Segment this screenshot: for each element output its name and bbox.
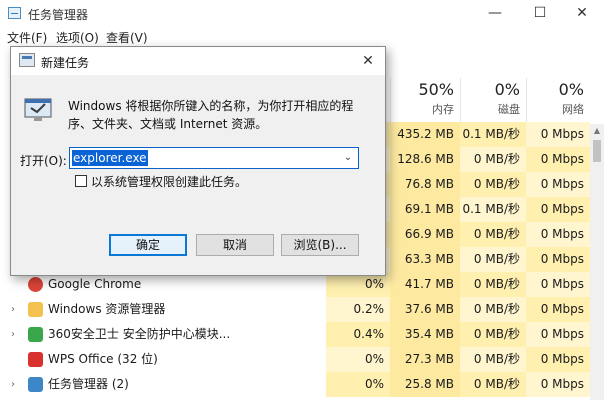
taskmanager-titlebar: 任务管理器 — ☐ ✕ [0,0,604,26]
window-title: 任务管理器 [28,8,89,22]
table-row[interactable]: › 360安全卫士 安全防护中心模块... 0.4% 35.4 MB 0 MB/秒 0 M… [0,322,590,347]
menu-options[interactable]: 选项(O) [56,29,99,46]
expand-chevron-icon[interactable]: › [11,297,15,322]
menu-view[interactable]: 查看(V) [106,29,148,46]
open-combobox[interactable]: explorer.exe ⌄ [69,147,359,169]
taskmanager-app-icon [8,7,21,19]
memory-cell: 76.8 MB [390,172,460,197]
memory-label: 内存 [432,103,454,116]
memory-cell: 66.9 MB [390,222,460,247]
network-cell: 0 Mbps [526,247,590,272]
minimize-button[interactable]: — [473,2,517,24]
dialog-body: Windows 将根据你所键入的名称，为你打开相应的程序、文件夹、文档或 Int… [11,75,385,275]
cpu-cell: 0% [326,347,390,372]
memory-cell: 35.4 MB [390,322,460,347]
disk-cell: 0 MB/秒 [460,147,526,172]
ok-button[interactable]: 确定 [109,234,187,256]
admin-privileges-checkbox[interactable] [75,175,87,187]
browse-button[interactable]: 浏览(B)... [281,234,359,256]
network-cell: 0 Mbps [526,272,590,297]
new-task-dialog: 新建任务 ✕ Windows 将根据你所键入的名称，为你打开相应的程序、文件夹、… [10,46,386,276]
network-cell: 0 Mbps [526,122,590,147]
memory-cell: 128.6 MB [390,147,460,172]
dialog-title: 新建任务 [41,56,90,70]
network-cell: 0 Mbps [526,347,590,372]
run-program-icon [24,98,52,121]
dialog-titlebar: 新建任务 ✕ [11,47,385,75]
network-cell: 0 Mbps [526,297,590,322]
open-label: 打开(O): [20,154,67,168]
menu-file[interactable]: 文件(F) [7,29,47,46]
memory-cell: 41.7 MB [390,272,460,297]
chrome-icon [28,277,43,292]
admin-privileges-label[interactable]: 以系统管理权限创建此任务。 [91,173,247,190]
column-network[interactable]: 0% 网络 [526,78,590,122]
network-cell: 0 Mbps [526,372,590,397]
open-input[interactable]: explorer.exe [72,150,148,166]
disk-cell: 0 MB/秒 [460,347,526,372]
column-memory[interactable]: 50% 内存 [390,78,460,122]
memory-cell: 25.8 MB [390,372,460,397]
process-name: 任务管理器 (2) [48,377,129,391]
network-cell: 0 Mbps [526,147,590,172]
dialog-footer: 确定 取消 浏览(B)... [11,227,385,275]
network-cell: 0 Mbps [526,197,590,222]
expand-chevron-icon[interactable]: › [11,322,15,347]
chevron-down-icon[interactable]: ⌄ [341,149,355,167]
network-label: 网络 [562,103,584,116]
table-row[interactable]: › 任务管理器 (2) 0% 25.8 MB 0 MB/秒 0 Mbps [0,372,590,397]
disk-cell: 0 MB/秒 [460,222,526,247]
vertical-scrollbar[interactable]: ▲ [590,124,604,400]
cancel-button[interactable]: 取消 [196,234,274,256]
column-disk[interactable]: 0% 磁盘 [460,78,526,122]
disk-cell: 0 MB/秒 [460,172,526,197]
table-row[interactable]: WPS Office (32 位) 0% 27.3 MB 0 MB/秒 0 Mbps [0,347,590,372]
disk-label: 磁盘 [498,103,520,116]
network-cell: 0 Mbps [526,322,590,347]
folder-icon [28,302,43,317]
maximize-button[interactable]: ☐ [518,2,562,24]
process-name: Windows 资源管理器 [48,302,166,316]
memory-cell: 435.2 MB [390,122,460,147]
memory-cell: 37.6 MB [390,297,460,322]
dialog-close-button[interactable]: ✕ [353,49,383,73]
process-name: 360安全卫士 安全防护中心模块... [48,327,231,341]
disk-percent: 0% [494,80,520,99]
dialog-description: Windows 将根据你所键入的名称，为你打开相应的程序、文件夹、文档或 Int… [68,99,354,131]
scroll-up-arrow-icon[interactable]: ▲ [590,126,604,135]
scroll-thumb[interactable] [593,140,601,162]
shield-icon [28,327,43,342]
network-percent: 0% [558,80,584,99]
network-cell: 0 Mbps [526,222,590,247]
network-cell: 0 Mbps [526,172,590,197]
memory-cell: 27.3 MB [390,347,460,372]
memory-cell: 69.1 MB [390,197,460,222]
taskmanager-icon [28,377,43,392]
cpu-cell: 0.2% [326,297,390,322]
memory-cell: 63.3 MB [390,247,460,272]
menubar: 文件(F) 选项(O) 查看(V) [0,26,604,46]
disk-cell: 0 MB/秒 [460,372,526,397]
wps-icon [28,352,43,367]
process-name: WPS Office (32 位) [48,352,158,366]
expand-chevron-icon[interactable]: › [11,372,15,397]
disk-cell: 0.1 MB/秒 [460,197,526,222]
table-row[interactable]: › Windows 资源管理器 0.2% 37.6 MB 0 MB/秒 0 Mbps [0,297,590,322]
cpu-cell: 0% [326,372,390,397]
memory-percent: 50% [418,80,454,99]
disk-cell: 0 MB/秒 [460,247,526,272]
disk-cell: 0.1 MB/秒 [460,122,526,147]
disk-cell: 0 MB/秒 [460,322,526,347]
disk-cell: 0 MB/秒 [460,297,526,322]
run-dialog-icon [19,53,35,67]
close-window-button[interactable]: ✕ [560,2,604,24]
cpu-cell: 0.4% [326,322,390,347]
disk-cell: 0 MB/秒 [460,272,526,297]
